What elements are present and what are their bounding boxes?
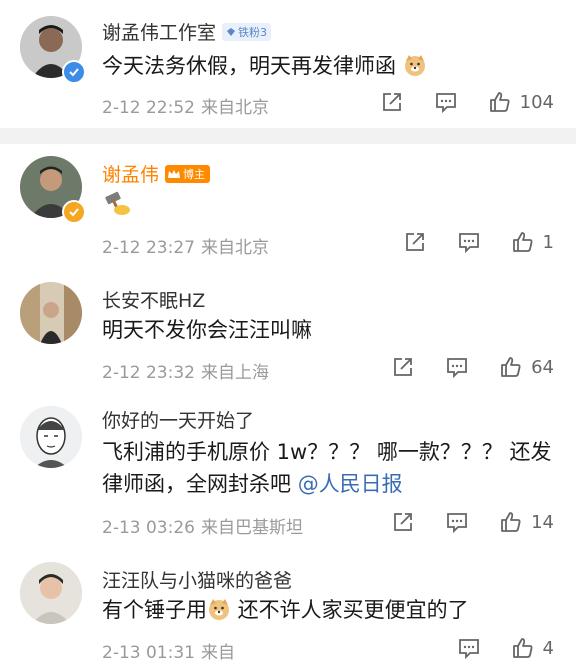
comment-2: 谢孟伟 博主 2-12 23:27 来自北京 1	[0, 144, 576, 274]
comment-1: 谢孟伟工作室 铁粉3 今天法务休假，明天再发律师函 2-12 22:52 来自北京 …	[0, 0, 576, 128]
comment-button[interactable]	[457, 636, 481, 660]
like-count: 4	[542, 637, 554, 659]
share-button[interactable]	[391, 510, 415, 534]
comment-5: 汪汪队与小猫咪的爸爸 有个锤子用 还不许人家买更便宜的了 2-13 01:31 来…	[0, 544, 576, 670]
comment-icon	[458, 233, 479, 254]
share-icon	[394, 358, 412, 376]
blogger-badge: 博主	[165, 164, 211, 183]
crown-icon	[168, 169, 181, 178]
like-icon	[501, 357, 521, 377]
mention-link[interactable]: @人民日报	[298, 472, 403, 496]
comment-text: 飞利浦的手机原价 1w？？？ 哪一款？？？ 还发 律师函，全网封杀吧 @人民日报	[102, 440, 552, 496]
comment-text	[102, 190, 556, 225]
comment-icon	[447, 358, 467, 379]
comment-meta: 2-12 23:27 来自北京	[102, 238, 269, 258]
comment-actions: 14	[391, 510, 554, 534]
comment-actions: 4	[457, 636, 554, 660]
hammer-emoji	[105, 191, 130, 215]
comment-meta: 2-12 23:32 来自上海	[102, 363, 269, 383]
comment-actions: 1	[403, 230, 554, 254]
like-button[interactable]: 1	[511, 230, 554, 254]
like-icon	[501, 512, 521, 532]
comment-icon	[447, 513, 467, 534]
share-button[interactable]	[380, 90, 404, 114]
share-button[interactable]	[391, 355, 415, 379]
comment-button[interactable]	[434, 90, 458, 114]
comment-text: 今天法务休假，明天再发律师函	[102, 50, 556, 82]
verified-badge-icon	[62, 60, 86, 84]
comment-icon	[435, 93, 456, 114]
avatar[interactable]	[20, 562, 82, 624]
doge-emoji	[404, 55, 425, 76]
avatar[interactable]	[20, 282, 82, 344]
comment-author[interactable]: 长安不眠HZ	[102, 286, 205, 313]
comment-meta: 2-12 22:52 来自北京	[102, 98, 269, 118]
like-button[interactable]: 64	[499, 355, 554, 379]
comment-3: 长安不眠HZ 明天不发你会汪汪叫嘛 2-12 23:32 来自上海 64	[0, 274, 576, 394]
comment-text: 明天不发你会汪汪叫嘛	[102, 318, 312, 342]
comment-author[interactable]: 谢孟伟工作室 铁粉3	[102, 18, 272, 45]
comment-meta: 2-13 03:26 来自巴基斯坦	[102, 518, 303, 538]
comment-actions: 64	[391, 355, 554, 379]
share-icon	[405, 233, 424, 251]
comment-author[interactable]: 你好的一天开始了	[102, 406, 254, 433]
comment-4: 你好的一天开始了 飞利浦的手机原价 1w？？？ 哪一款？？？ 还发 律师函，全网…	[0, 394, 576, 544]
like-count: 14	[531, 511, 554, 533]
like-count: 64	[531, 356, 554, 378]
like-icon	[512, 232, 533, 252]
like-button[interactable]: 14	[499, 510, 554, 534]
diamond-icon	[227, 27, 236, 36]
share-icon	[382, 93, 401, 111]
section-divider	[0, 128, 576, 144]
comment-icon	[458, 639, 479, 660]
comment-author[interactable]: 汪汪队与小猫咪的爸爸	[102, 566, 292, 593]
avatar[interactable]	[20, 406, 82, 468]
share-button[interactable]	[403, 230, 427, 254]
comment-button[interactable]	[457, 230, 481, 254]
verified-gold-badge-icon	[62, 200, 86, 224]
comment-button[interactable]	[445, 355, 469, 379]
like-count: 104	[519, 91, 554, 113]
comment-actions: 104	[380, 90, 554, 114]
fan-level-badge: 铁粉3	[222, 22, 272, 41]
like-icon	[489, 92, 510, 112]
like-button[interactable]: 4	[511, 636, 554, 660]
comment-meta: 2-13 01:31 来自	[102, 643, 235, 663]
comment-button[interactable]	[445, 510, 469, 534]
like-count: 1	[542, 231, 554, 253]
like-icon	[512, 638, 533, 658]
doge-emoji	[209, 599, 229, 620]
comment-author[interactable]: 谢孟伟 博主	[102, 160, 211, 187]
comment-text: 有个锤子用 还不许人家买更便宜的了	[102, 598, 469, 622]
like-button[interactable]: 104	[488, 90, 554, 114]
share-icon	[394, 513, 412, 531]
